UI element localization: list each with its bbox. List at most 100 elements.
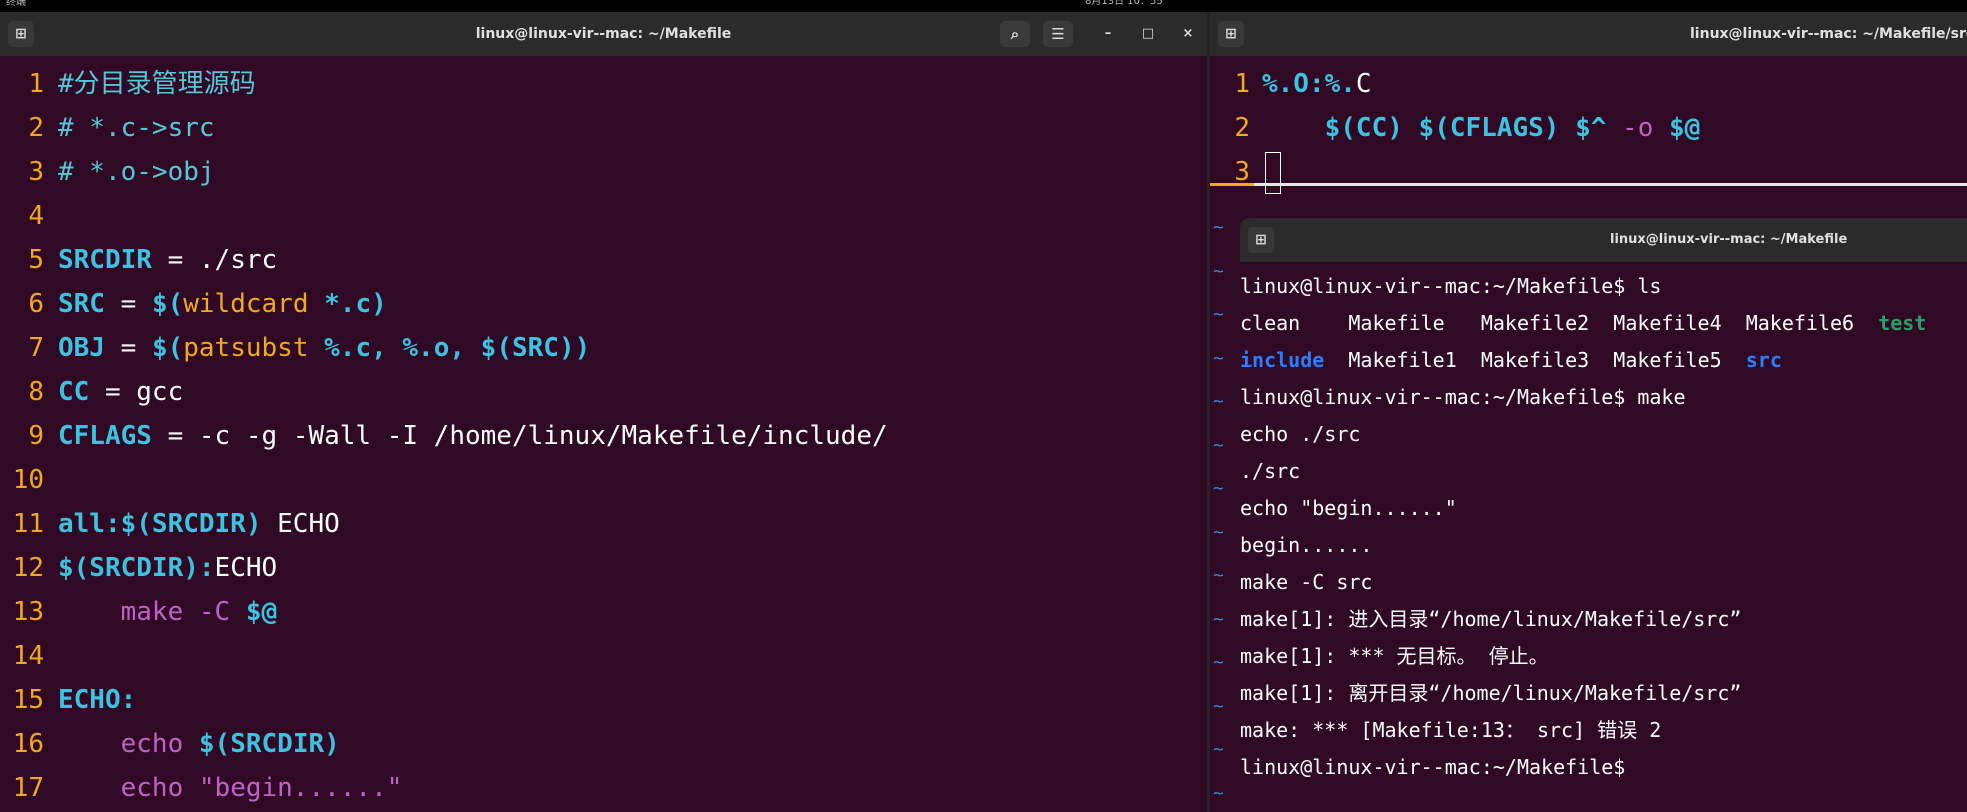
line-number: 2 [1234,113,1250,143]
code-token: ECHO: [58,685,137,715]
window-title: linux@linux-vir--mac: ~/Makefile [475,26,732,42]
vim-status-line-right [1254,183,1967,186]
directory-entry: src [1745,348,1782,372]
code-token: C [1355,69,1372,99]
code-token: CFLAGS [58,421,152,451]
terminal-line: clean Makefile Makefile2 Makefile4 Makef… [1240,305,1967,342]
terminal-text: begin...... [1240,533,1373,557]
terminal-text: linux@linux-vir--mac:~/Makefile$ make [1240,385,1686,409]
terminal-text: make -C src [1240,570,1373,594]
terminal-line: include Makefile1 Makefile3 Makefile5 sr… [1240,342,1967,379]
terminal-line: make -C src [1240,564,1967,601]
code-token: %.O:%. [1262,69,1356,99]
code-token: = -c -g -Wall -I /home/linux/Makefile/in… [151,421,888,451]
terminal-text: linux@linux-vir--mac:~/Makefile$ [1240,755,1638,779]
terminal-text: make[1]: 离开目录“/home/linux/Makefile/src” [1240,681,1742,705]
code-line[interactable]: 2 # *.c->src [0,106,1207,150]
code-line[interactable]: 7 OBJ = $(patsubst %.c, %.o, $(SRC)) [0,326,1207,370]
code-line[interactable]: 15 ECHO: [0,678,1207,722]
minimize-button[interactable]: – [1099,24,1117,44]
empty-line-tilde: ~ [1213,434,1224,456]
code-token: $( [151,333,184,363]
code-token: all:$(SRCDIR) [58,509,262,539]
terminal-text: make[1]: 进入目录“/home/linux/Makefile/src” [1240,607,1742,631]
code-token: $(CC) $(CFLAGS) $^ [1324,113,1623,143]
line-number: 13 [12,597,44,627]
terminal-output[interactable]: linux@linux-vir--mac:~/Makefile$ ls clean… [1240,268,1967,786]
terminal-text: make[1]: *** 无目标。 停止。 [1240,644,1549,668]
code-token: $( [151,289,184,319]
left-terminal-window: ⊞ linux@linux-vir--mac: ~/Makefile ⌕ ☰ –… [0,12,1207,812]
executable-entry: test [1878,311,1927,335]
code-token: $@ [1669,113,1701,143]
line-number: 5 [28,245,44,275]
line-number: 3 [1234,157,1250,187]
code-line[interactable]: 6 SRC = $(wildcard *.c) [0,282,1207,326]
code-line[interactable]: 3 # *.o->obj [0,150,1207,194]
empty-line-tilde: ~ [1213,521,1224,543]
empty-line-tilde: ~ [1213,652,1224,673]
system-top-bar: 终端 8月13日 10：55 [0,0,1967,12]
vim-editor-left[interactable]: 1 #分目录管理源码 2 # *.c->src 3 # *.o->obj 4 5 SRCDIR … [0,62,1207,810]
terminal-line: echo "begin......" [1240,490,1967,527]
code-token: $(SRCDIR) [198,729,340,759]
maximize-button[interactable]: □ [1139,24,1157,44]
code-line[interactable]: 11 all:$(SRCDIR) ECHO [0,502,1207,546]
code-line[interactable]: 8 CC = gcc [0,370,1207,414]
code-line[interactable]: 10 [0,458,1207,502]
line-number: 15 [12,685,44,715]
code-token: make -C [120,597,246,627]
menu-button[interactable]: ☰ [1043,21,1073,47]
code-line[interactable]: 1 %.O:%.C [1210,62,1967,106]
new-tab-button[interactable]: ⊞ [1248,227,1274,253]
code-line[interactable]: 16 echo $(SRCDIR) [0,722,1207,766]
code-line[interactable]: 13 make -C $@ [0,590,1207,634]
terminal-line: linux@linux-vir--mac:~/Makefile$ [1240,749,1967,786]
code-line[interactable]: 12 $(SRCDIR):ECHO [0,546,1207,590]
code-line[interactable]: 9 CFLAGS = -c -g -Wall -I /home/linux/Mak… [0,414,1207,458]
code-line[interactable]: 17 echo "begin......" [0,766,1207,810]
code-token: OBJ [58,333,105,363]
code-line[interactable]: 2 $(CC) $(CFLAGS) $^ -o $@ [1210,106,1967,150]
terminal-text: clean Makefile Makefile2 Makefile4 Makef… [1240,311,1879,335]
empty-line-tilde: ~ [1213,347,1224,369]
code-token: = [104,289,152,319]
clock[interactable]: 8月13日 10：55 [1085,0,1163,8]
code-token: SRC [58,289,105,319]
empty-line-tilde: ~ [1213,565,1224,586]
terminal-line: echo ./src [1240,416,1967,453]
terminal-text: echo ./src [1240,422,1361,446]
terminal-line: make: *** [Makefile:13： src] 错误 2 [1240,712,1967,749]
code-token: -o [1622,113,1670,143]
window-title: linux@linux-vir--mac: ~/Makefile/src [1690,26,1967,42]
code-token: CC [58,377,90,407]
new-tab-button[interactable]: ⊞ [8,21,34,47]
search-button[interactable]: ⌕ [1000,21,1030,47]
line-number: 17 [12,773,44,803]
terminal-text: echo "begin......" [1240,496,1457,520]
code-token: #分目录管理源码 [58,69,256,99]
empty-line-tilde: ~ [1213,478,1224,499]
code-token: echo "begin......" [120,773,403,803]
line-number: 1 [28,69,44,99]
code-token: $(SRCDIR): [58,553,215,583]
code-line[interactable]: 5 SRCDIR = ./src [0,238,1207,282]
empty-line-tilde: ~ [1213,304,1224,325]
code-line[interactable]: 1 #分目录管理源码 [0,62,1207,106]
code-token: wildcard [183,289,309,319]
close-button[interactable]: × [1179,24,1197,44]
vim-editor-right[interactable]: 1 %.O:%.C 2 $(CC) $(CFLAGS) $^ -o $@ 3 [1210,62,1967,194]
code-line[interactable]: 4 [0,194,1207,238]
code-line[interactable]: 3 [1210,150,1967,194]
activities-label[interactable]: 终端 [6,0,26,9]
line-number: 8 [28,377,44,407]
code-token: ECHO [261,509,340,539]
code-line[interactable]: 14 [0,634,1207,678]
terminal-line: begin...... [1240,527,1967,564]
line-number: 3 [28,157,44,187]
new-tab-button[interactable]: ⊞ [1218,21,1244,47]
bottom-terminal-window: ⊞ linux@linux-vir--mac: ~/Makefile linux… [1240,218,1967,812]
